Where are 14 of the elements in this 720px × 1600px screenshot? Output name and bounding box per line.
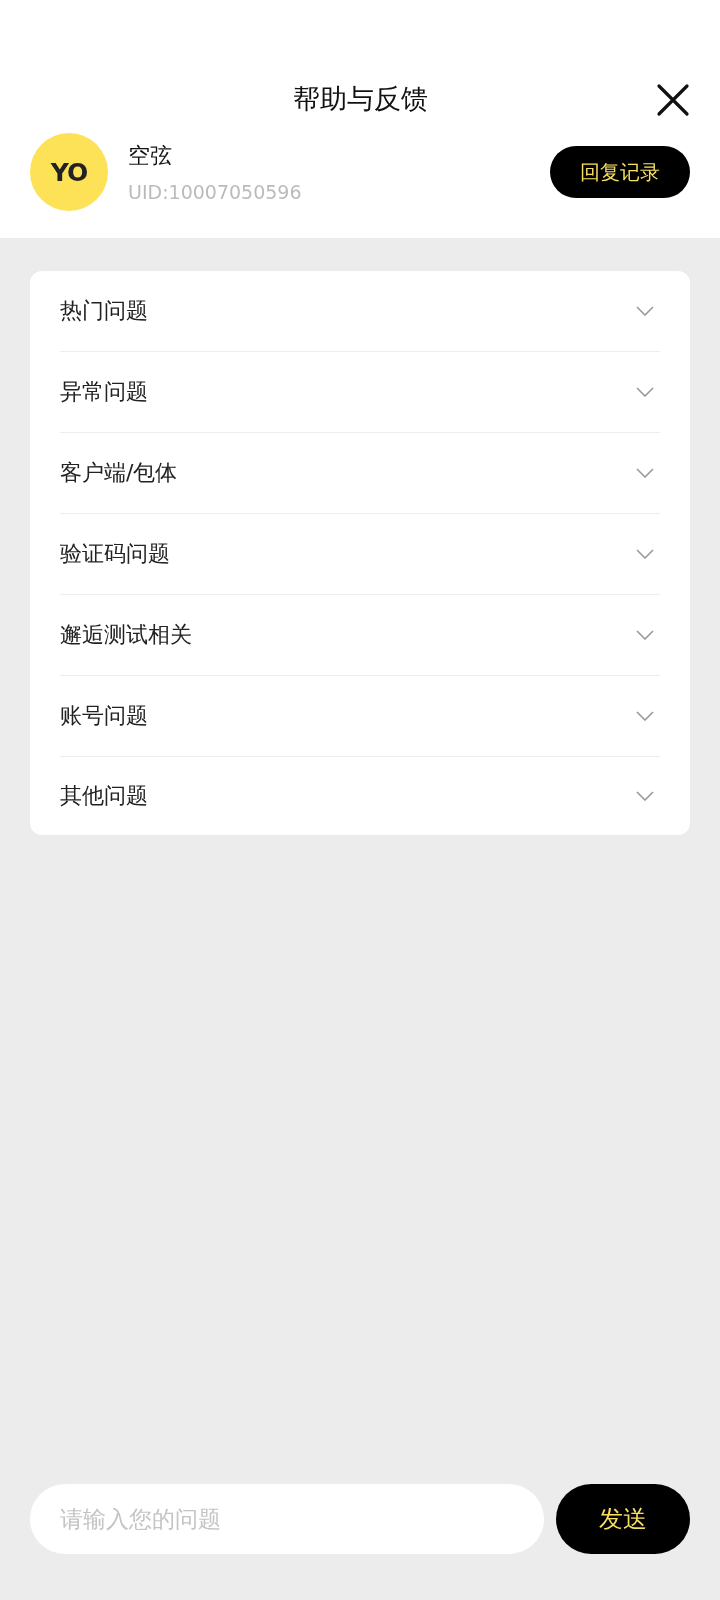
category-item[interactable]: 热门问题	[60, 271, 660, 352]
page-title: 帮助与反馈	[292, 82, 428, 116]
send-button[interactable]: 发送	[556, 1484, 690, 1554]
category-item[interactable]: 异常问题	[60, 352, 660, 433]
category-item[interactable]: 验证码问题	[60, 514, 660, 595]
reply-history-button[interactable]: 回复记录	[550, 146, 690, 198]
question-input-field[interactable]: 请输入您的问题	[30, 1484, 544, 1554]
user-id: UID:10007050596	[128, 181, 303, 203]
user-name: 空弦	[128, 142, 173, 170]
category-item[interactable]: 邂逅测试相关	[60, 595, 660, 676]
avatar-logo: YO	[30, 133, 108, 211]
category-item[interactable]: 客户端/包体	[60, 433, 660, 514]
category-item[interactable]: 其他问题	[60, 757, 660, 835]
category-item[interactable]: 账号问题	[60, 676, 660, 757]
